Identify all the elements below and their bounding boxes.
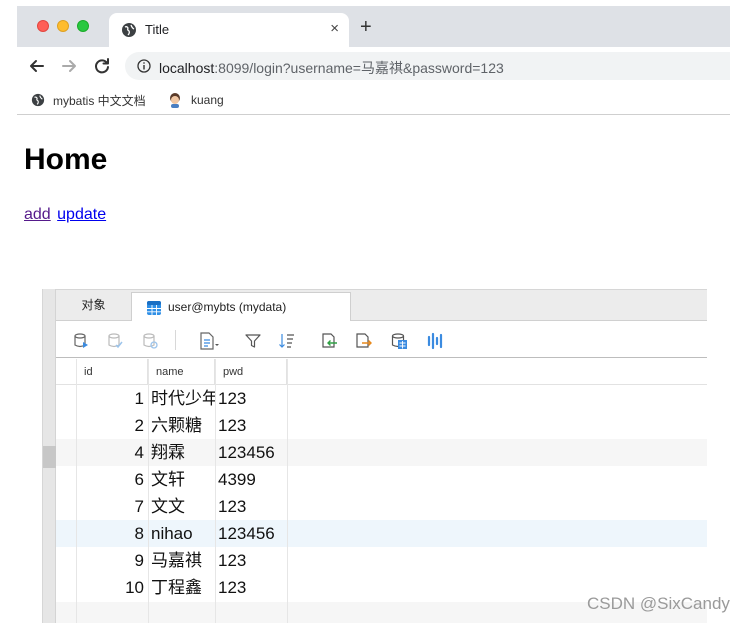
- cell-id[interactable]: 7: [76, 493, 147, 520]
- cell-pwd[interactable]: 123: [218, 385, 288, 412]
- tab-title: Title: [145, 22, 170, 37]
- grid-rows: 1 时代少年 123 2 六颗糖 123 4 翔霖 123456 6 文轩 43…: [56, 385, 707, 601]
- cell-id[interactable]: 4: [76, 439, 147, 466]
- grid-line: [215, 359, 216, 623]
- cell-name[interactable]: nihao: [151, 520, 215, 547]
- grid-line: [287, 359, 288, 623]
- table-row[interactable]: 8 nihao 123456: [56, 520, 707, 547]
- update-link[interactable]: update: [57, 206, 106, 223]
- zoom-window-button[interactable]: [77, 20, 89, 32]
- close-tab-icon[interactable]: ×: [330, 20, 339, 38]
- table-icon: [147, 301, 161, 315]
- tab-objects[interactable]: 对象: [56, 290, 131, 321]
- bookmark-label: kuang: [191, 93, 224, 107]
- gutter-marker: [43, 446, 56, 468]
- data-generation-icon[interactable]: [390, 332, 408, 350]
- grid-line: [76, 359, 77, 623]
- tab-user-table[interactable]: user@mybts (mydata): [131, 292, 351, 322]
- table-row[interactable]: 7 文文 123: [56, 493, 707, 520]
- cell-pwd[interactable]: 123: [218, 547, 288, 574]
- cell-name[interactable]: 马嘉祺: [151, 547, 215, 574]
- export-icon[interactable]: [354, 332, 372, 350]
- table-row[interactable]: 2 六颗糖 123: [56, 412, 707, 439]
- bookmark-mybatis[interactable]: mybatis 中文文档: [31, 90, 146, 110]
- table-row[interactable]: 6 文轩 4399: [56, 466, 707, 493]
- cell-name[interactable]: 文文: [151, 493, 215, 520]
- column-header-pwd[interactable]: pwd: [215, 359, 287, 385]
- globe-icon: [122, 23, 136, 37]
- cell-id[interactable]: 8: [76, 520, 147, 547]
- table-row[interactable]: 4 翔霖 123456: [56, 439, 707, 466]
- reload-icon[interactable]: [92, 56, 112, 76]
- column-header-id[interactable]: id: [76, 359, 148, 385]
- toolbar-separator: [175, 330, 176, 350]
- cell-name[interactable]: 丁程鑫: [151, 574, 215, 601]
- tab-user-label: user@mybts (mydata): [168, 300, 287, 314]
- cell-pwd[interactable]: 123: [218, 412, 288, 439]
- cell-id[interactable]: 6: [76, 466, 147, 493]
- cell-name[interactable]: 时代少年: [151, 385, 215, 412]
- grid-line: [148, 359, 149, 623]
- grid-header: id name pwd: [56, 359, 707, 385]
- address-bar[interactable]: localhost:8099/login?username=马嘉祺&passwo…: [125, 52, 730, 80]
- filter-icon[interactable]: [244, 332, 262, 350]
- cell-pwd[interactable]: 123456: [218, 439, 288, 466]
- close-window-button[interactable]: [37, 20, 49, 32]
- cell-id[interactable]: 2: [76, 412, 147, 439]
- cell-name[interactable]: 文轩: [151, 466, 215, 493]
- rollback-icon[interactable]: [141, 332, 159, 350]
- chart-icon[interactable]: [426, 332, 444, 350]
- db-side-gutter: [43, 289, 56, 623]
- minimize-window-button[interactable]: [57, 20, 69, 32]
- info-icon[interactable]: [137, 59, 151, 73]
- begin-transaction-icon[interactable]: [72, 332, 90, 350]
- tab-strip: Title × +: [17, 6, 730, 47]
- add-link[interactable]: add: [24, 206, 51, 223]
- db-tool-panel: 对象 user@mybts (mydata) id name pwd 1 时代少…: [42, 289, 707, 623]
- import-icon[interactable]: [320, 332, 338, 350]
- browser-chrome: Title × + localhost:8099/login?username=…: [17, 6, 730, 115]
- db-toolbar: [56, 321, 707, 358]
- watermark: CSDN @SixCandy: [587, 594, 730, 613]
- browser-tab[interactable]: Title ×: [109, 13, 349, 47]
- bookmarks-bar: mybatis 中文文档 kuang: [17, 85, 730, 115]
- page-title: Home: [24, 143, 108, 176]
- cell-pwd[interactable]: 4399: [218, 466, 288, 493]
- cell-pwd[interactable]: 123: [218, 574, 288, 601]
- cell-pwd[interactable]: 123: [218, 493, 288, 520]
- text-view-icon[interactable]: [199, 332, 221, 350]
- cell-id[interactable]: 1: [76, 385, 147, 412]
- table-row[interactable]: 9 马嘉祺 123: [56, 547, 707, 574]
- db-tab-bar: 对象 user@mybts (mydata): [56, 289, 707, 322]
- page-links: add update: [24, 206, 106, 224]
- globe-icon: [31, 93, 45, 107]
- back-icon[interactable]: [27, 56, 47, 76]
- table-row[interactable]: 1 时代少年 123: [56, 385, 707, 412]
- column-header-name[interactable]: name: [148, 359, 215, 385]
- cell-id[interactable]: 9: [76, 547, 147, 574]
- sort-icon[interactable]: [278, 332, 296, 350]
- forward-icon[interactable]: [59, 56, 79, 76]
- cell-pwd[interactable]: 123456: [218, 520, 288, 547]
- avatar-icon: [170, 93, 180, 108]
- cell-name[interactable]: 翔霖: [151, 439, 215, 466]
- browser-toolbar: localhost:8099/login?username=马嘉祺&passwo…: [17, 47, 730, 85]
- bookmark-kuang[interactable]: kuang: [167, 90, 224, 110]
- commit-icon[interactable]: [106, 332, 124, 350]
- url-text[interactable]: localhost:8099/login?username=马嘉祺&passwo…: [159, 58, 504, 78]
- bookmark-label: mybatis 中文文档: [53, 93, 146, 108]
- result-grid: id name pwd 1 时代少年 123 2 六颗糖 123 4 翔霖 12…: [56, 359, 707, 623]
- cell-name[interactable]: 六颗糖: [151, 412, 215, 439]
- new-tab-button[interactable]: +: [360, 17, 372, 37]
- cell-id[interactable]: 10: [76, 574, 147, 601]
